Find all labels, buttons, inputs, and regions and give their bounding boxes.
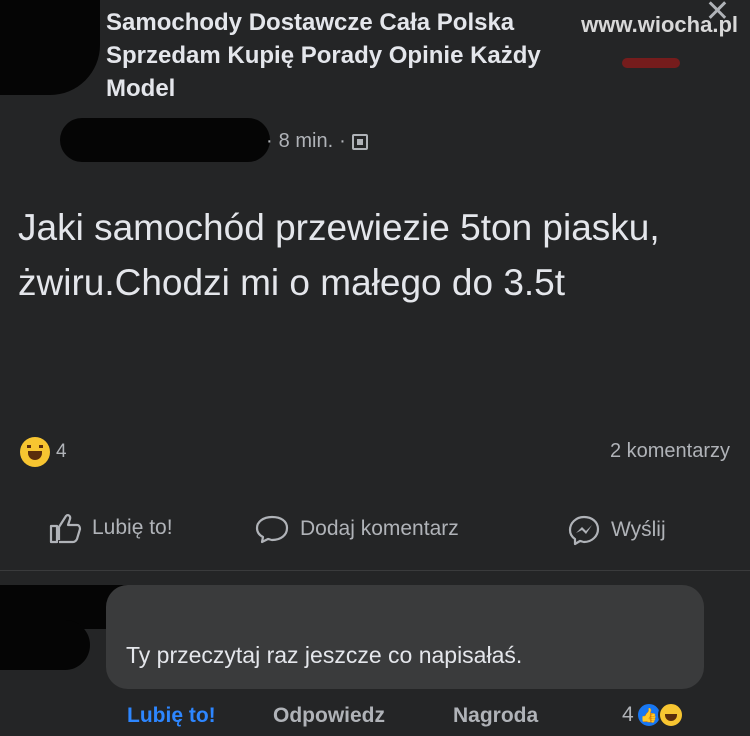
haha-reaction-icon <box>657 702 684 728</box>
haha-icon <box>20 437 50 467</box>
post-action-bar: Lubię to! Dodaj komentarz Wyślij <box>0 512 750 552</box>
redacted-avatar <box>0 0 100 95</box>
post-time[interactable]: 8 min. <box>279 130 333 153</box>
post-meta: · 8 min. · <box>266 130 368 153</box>
send-label: Wyślij <box>611 518 666 541</box>
section-divider <box>0 570 750 571</box>
post-body-text: Jaki samochód przewiezie 5ton piasku, żw… <box>18 207 660 303</box>
redacted-commenter-avatar <box>0 620 90 670</box>
like-label: Lubię to! <box>92 516 173 539</box>
comment-bubble <box>106 585 704 689</box>
reaction-count: 4 <box>56 441 67 462</box>
comment-button[interactable]: Dodaj komentarz <box>254 514 459 544</box>
comment-reaction-count: 4 <box>622 703 634 726</box>
redacted-author-name <box>60 118 270 162</box>
comment-like-button[interactable]: Lubię to! <box>127 704 216 728</box>
comment-reply-button[interactable]: Odpowiedz <box>273 704 385 728</box>
redacted-mark <box>622 58 680 68</box>
meta-separator-2: · <box>339 130 346 152</box>
comments-count[interactable]: 2 komentarzy <box>610 440 730 463</box>
send-button[interactable]: Wyślij <box>567 514 666 546</box>
like-button[interactable]: Lubię to! <box>48 512 173 544</box>
reactions-summary[interactable]: 4 <box>20 437 67 467</box>
meta-separator: · <box>266 130 273 152</box>
comment-label: Dodaj komentarz <box>300 517 459 540</box>
group-name-link[interactable]: Samochody Dostawcze Cała Polska Sprzedam… <box>106 6 576 105</box>
comment-reactions[interactable]: 4 👍 <box>622 702 684 728</box>
group-privacy-icon <box>351 133 368 150</box>
close-icon[interactable]: ✕ <box>705 0 730 29</box>
comment-award-button[interactable]: Nagroda <box>453 704 538 728</box>
comment-bubble-icon <box>255 515 289 544</box>
messenger-icon <box>568 515 600 546</box>
thumbs-up-icon <box>49 514 82 544</box>
comment-text: Ty przeczytaj raz jeszcze co napisałaś. <box>126 642 523 668</box>
